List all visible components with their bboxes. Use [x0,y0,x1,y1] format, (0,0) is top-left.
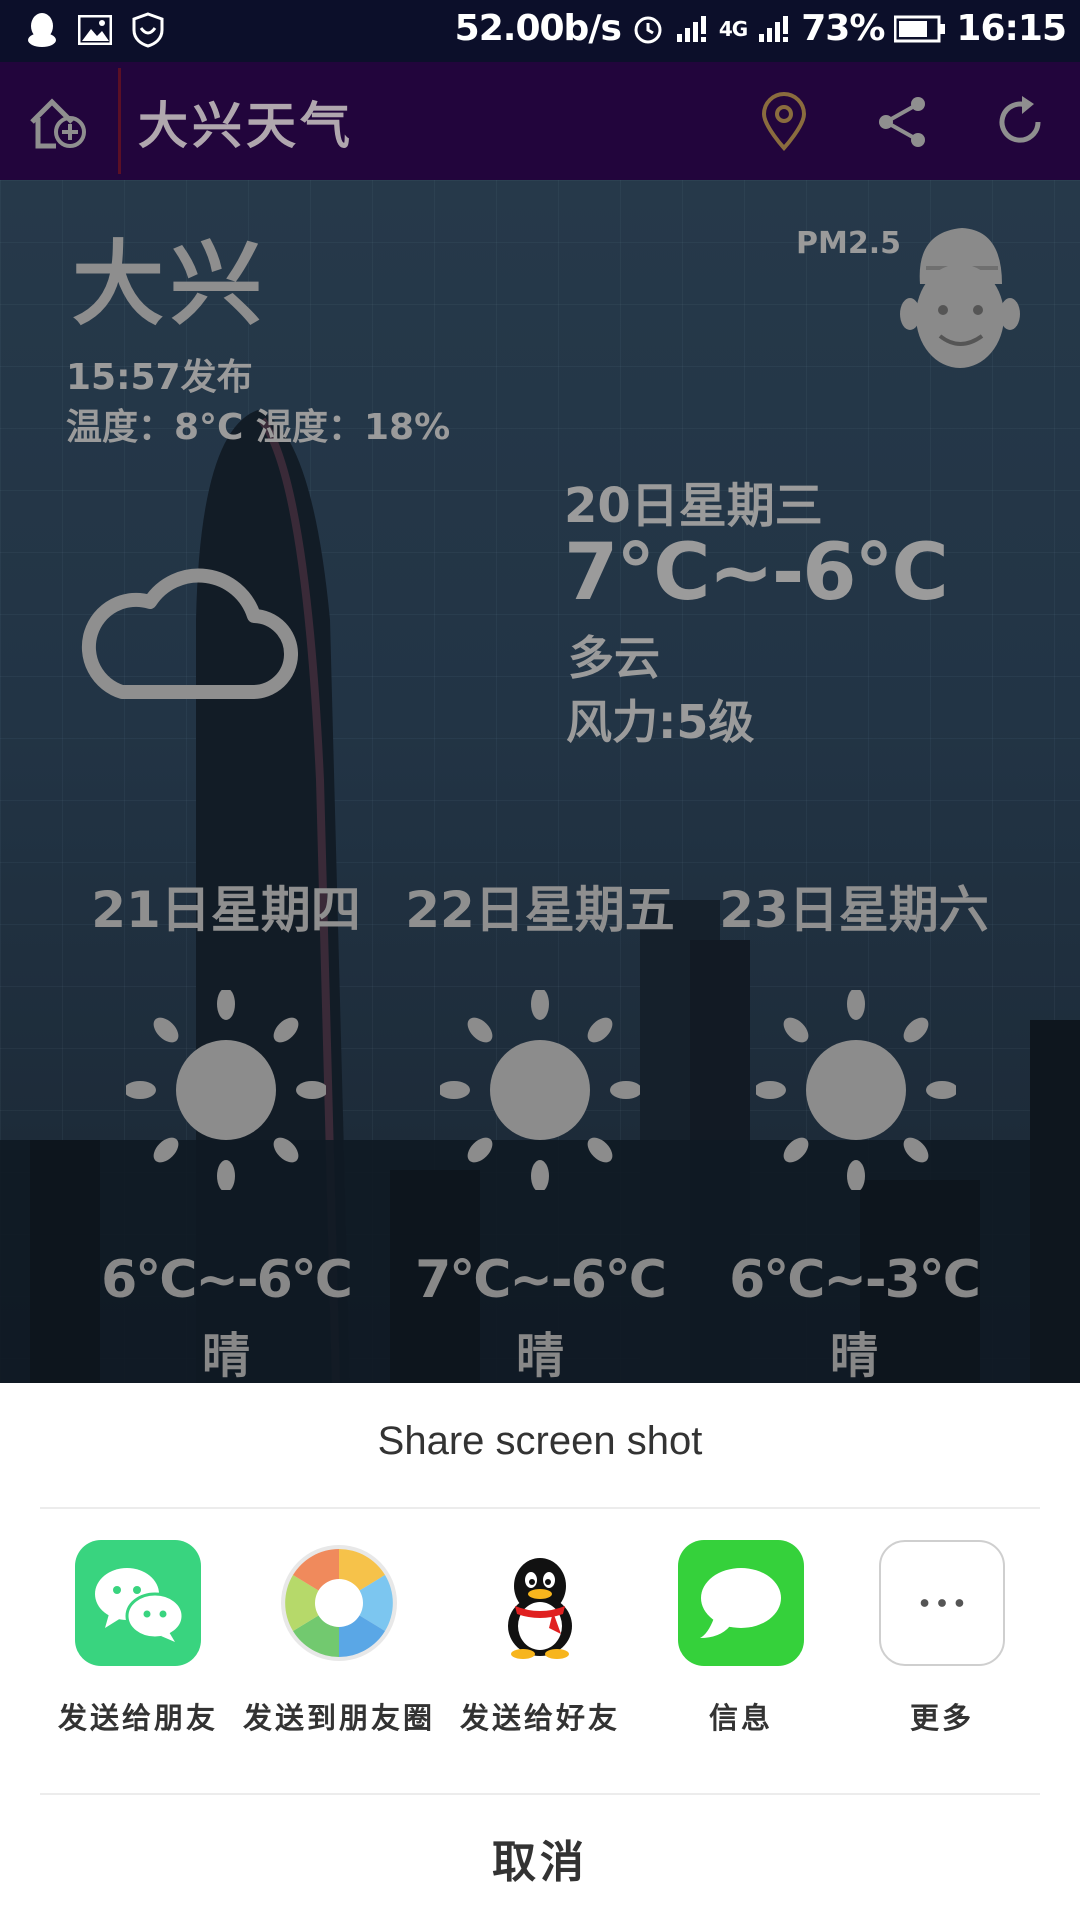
share-sheet-divider [40,1793,1040,1795]
shield-notification-icon [132,12,164,48]
share-message-button[interactable]: 信息 [641,1540,841,1780]
forecast-range-1: 6°C~-6°C [101,1250,353,1310]
publish-time: 15:57发布 [66,357,253,398]
share-item-label: 发送给朋友 [57,1701,218,1735]
cloudy-icon [81,568,298,700]
net-speed: 52.00b/s [454,8,622,49]
forecast-day-1: 21日星期四 [91,881,361,939]
share-sheet: Share screen shot 发送给朋友 发送到朋友圈 发送给好友 信息 … [0,1383,1080,1920]
share-more-button[interactable]: 更多 [842,1540,1042,1780]
message-icon [678,1540,804,1666]
clock: 16:15 [956,8,1067,49]
app-title: 大兴天气 [138,97,354,155]
wechat-icon [75,1540,201,1666]
forecast-condition-2: 晴 [515,1328,564,1384]
sunny-icon [756,990,956,1190]
signal-1-icon [676,15,706,42]
battery-icon [894,15,946,42]
forecast-range-3: 6°C~-3°C [729,1250,981,1310]
forecast-day-3: 23日星期六 [719,881,989,939]
share-item-label: 信息 [708,1701,773,1735]
today-date: 20日星期三 [564,478,823,534]
temp-humidity: 温度：8°C 湿度：18% [66,407,451,448]
moments-icon [276,1540,402,1666]
add-city-icon[interactable] [26,92,90,152]
share-item-label: 更多 [909,1701,974,1735]
network-type: 4G [718,16,748,41]
qq-notification-icon [28,13,56,47]
qq-icon [477,1540,603,1666]
forecast-day-2: 22日星期五 [405,881,675,939]
share-wechat-friend-button[interactable]: 发送给朋友 [38,1540,238,1780]
share-icon[interactable] [872,92,932,152]
forecast-range-2: 7°C~-6°C [415,1250,667,1310]
forecast-condition-3: 晴 [829,1328,878,1384]
cancel-button[interactable]: 取消 [440,1823,640,1903]
today-temp-range: 7°C~-6°C [564,528,949,618]
sunny-icon [126,990,326,1190]
location-icon[interactable] [754,92,814,152]
screen: 52.00b/s 4G 73% 16:15 大兴天气 大兴 PM2.5 15:5… [0,0,1080,1920]
image-notification-icon [78,15,112,45]
app-bar: 大兴天气 [0,62,1080,180]
share-sheet-divider [40,1507,1040,1509]
today-condition: 多云 [568,631,660,685]
share-moments-button[interactable]: 发送到朋友圈 [239,1540,439,1780]
share-item-label: 发送给好友 [459,1701,620,1735]
city-name: 大兴 [72,231,269,338]
pm25-label: PM2.5 [796,226,901,261]
status-bar: 52.00b/s 4G 73% 16:15 [0,0,1080,62]
alarm-icon [634,16,662,43]
battery-percent: 73% [801,8,885,49]
signal-2-icon [759,15,789,42]
pm25-face-icon [900,228,1020,368]
today-wind: 风力:5级 [566,695,755,749]
refresh-icon[interactable] [990,92,1050,152]
share-sheet-title: Share screen shot [377,1419,703,1463]
more-icon [879,1540,1005,1666]
sunny-icon [440,990,640,1190]
forecast-condition-1: 晴 [201,1328,250,1384]
app-bar-divider [118,68,121,174]
share-qq-friend-button[interactable]: 发送给好友 [440,1540,640,1780]
share-item-label: 发送到朋友圈 [242,1701,435,1735]
